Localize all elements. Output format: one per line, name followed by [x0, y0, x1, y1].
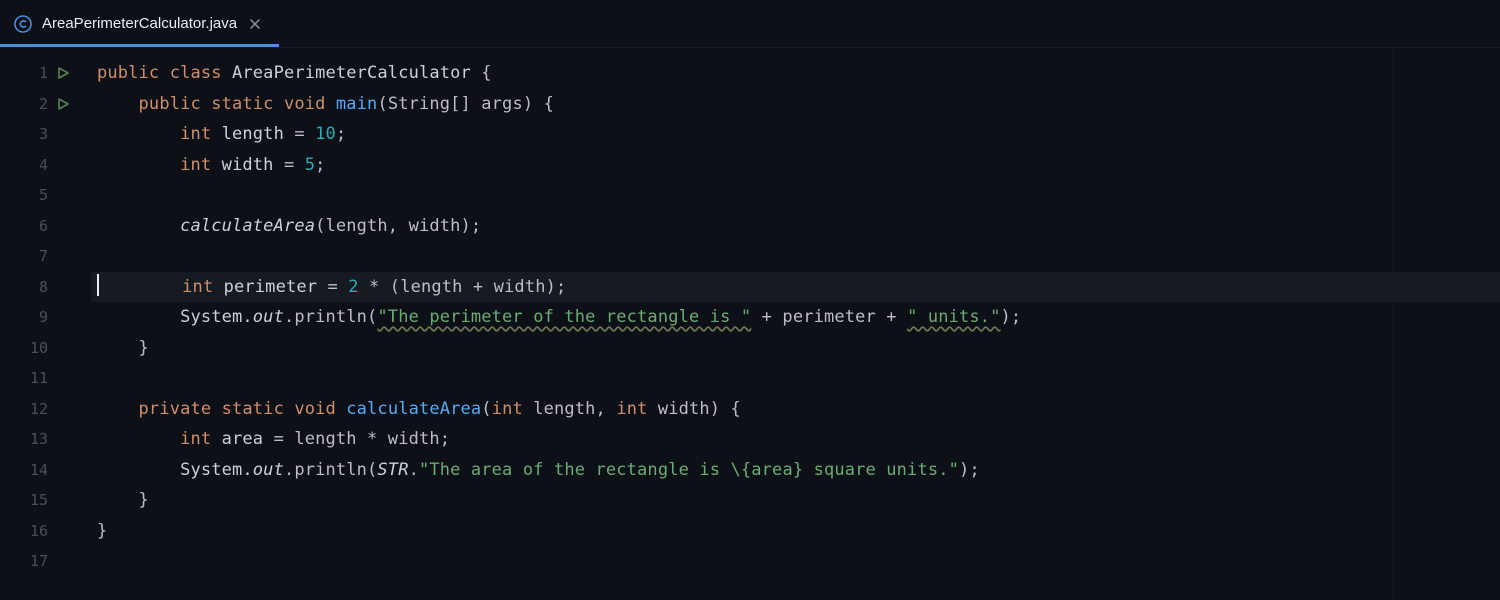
- run-gutter-icon[interactable]: [56, 97, 70, 111]
- line-number: 9: [30, 302, 48, 333]
- gutter-row: 17: [0, 546, 90, 577]
- line-number: 10: [30, 333, 48, 364]
- line-number: 17: [30, 546, 48, 577]
- line-number: 2: [30, 89, 48, 120]
- gutter-row: 10: [0, 333, 90, 364]
- gutter-row: 12: [0, 394, 90, 425]
- gutter-row: 8: [0, 272, 90, 303]
- class-circle-icon: [14, 15, 32, 33]
- code-line[interactable]: }: [91, 333, 1500, 364]
- code-line[interactable]: private static void calculateArea(int le…: [91, 394, 1500, 425]
- tab-bar: AreaPerimeterCalculator.java: [0, 0, 1500, 48]
- line-number: 3: [30, 119, 48, 150]
- code-line[interactable]: System.out.println("The perimeter of the…: [91, 302, 1500, 333]
- code-line[interactable]: }: [91, 485, 1500, 516]
- code-line[interactable]: int width = 5;: [91, 150, 1500, 181]
- code-line[interactable]: [91, 180, 1500, 211]
- line-number: 11: [30, 363, 48, 394]
- gutter-row: 4: [0, 150, 90, 181]
- code-line[interactable]: calculateArea(length, width);: [91, 211, 1500, 242]
- gutter-row: 16: [0, 516, 90, 547]
- code-line-active[interactable]: int perimeter = 2 * (length + width);: [91, 272, 1500, 303]
- file-tab-label: AreaPerimeterCalculator.java: [42, 15, 237, 32]
- line-number: 4: [30, 150, 48, 181]
- line-number: 12: [30, 394, 48, 425]
- line-number: 13: [30, 424, 48, 455]
- gutter-row: 13: [0, 424, 90, 455]
- line-number: 16: [30, 516, 48, 547]
- gutter-row: 3: [0, 119, 90, 150]
- gutter-row: 11: [0, 363, 90, 394]
- gutter-row: 9: [0, 302, 90, 333]
- code-editor[interactable]: 1234567891011121314151617 public class A…: [0, 48, 1500, 600]
- gutter-row: 5: [0, 180, 90, 211]
- text-cursor: [97, 274, 99, 296]
- file-tab[interactable]: AreaPerimeterCalculator.java: [0, 0, 279, 47]
- close-icon[interactable]: [247, 16, 263, 32]
- code-line[interactable]: [91, 546, 1500, 577]
- line-number: 5: [30, 180, 48, 211]
- minimap-separator: [1393, 48, 1394, 600]
- gutter-row: 2: [0, 89, 90, 120]
- code-line[interactable]: [91, 241, 1500, 272]
- line-number-gutter: 1234567891011121314151617: [0, 48, 90, 600]
- line-number: 8: [30, 272, 48, 303]
- line-number: 14: [30, 455, 48, 486]
- gutter-row: 15: [0, 485, 90, 516]
- code-area[interactable]: public class AreaPerimeterCalculator { p…: [90, 48, 1500, 600]
- code-line[interactable]: int length = 10;: [91, 119, 1500, 150]
- code-line[interactable]: System.out.println(STR."The area of the …: [91, 455, 1500, 486]
- gutter-row: 6: [0, 211, 90, 242]
- code-line[interactable]: public class AreaPerimeterCalculator {: [91, 58, 1500, 89]
- code-line[interactable]: [91, 363, 1500, 394]
- code-line[interactable]: }: [91, 516, 1500, 547]
- run-gutter-icon[interactable]: [56, 66, 70, 80]
- line-number: 7: [30, 241, 48, 272]
- code-line[interactable]: int area = length * width;: [91, 424, 1500, 455]
- gutter-row: 14: [0, 455, 90, 486]
- gutter-row: 1: [0, 58, 90, 89]
- line-number: 1: [30, 58, 48, 89]
- line-number: 15: [30, 485, 48, 516]
- gutter-row: 7: [0, 241, 90, 272]
- line-number: 6: [30, 211, 48, 242]
- code-line[interactable]: public static void main(String[] args) {: [91, 89, 1500, 120]
